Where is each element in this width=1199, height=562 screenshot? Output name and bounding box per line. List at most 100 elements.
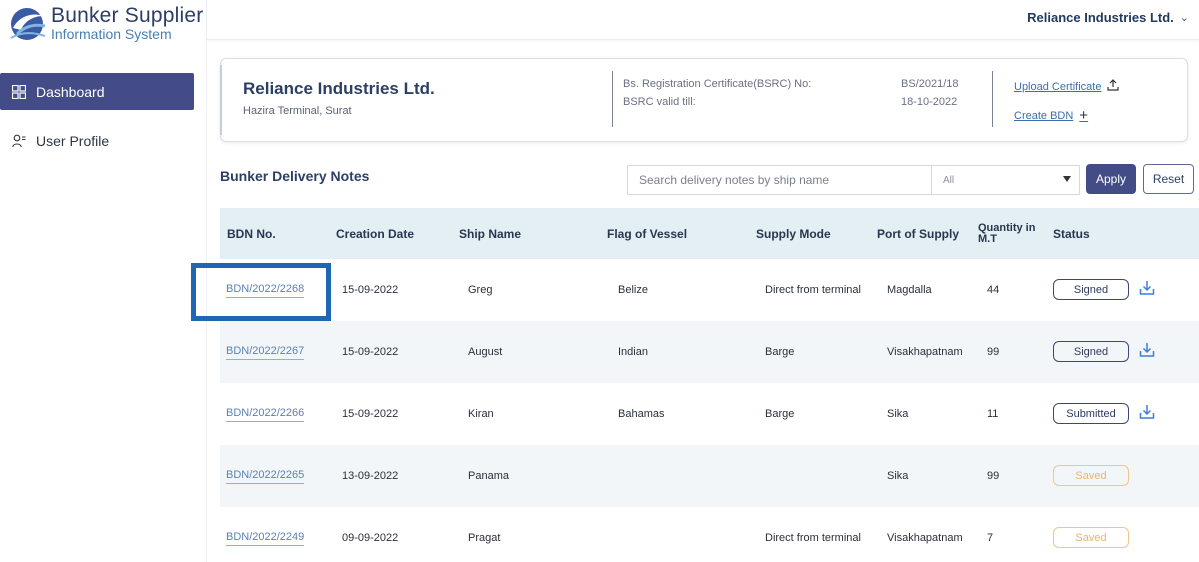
status-filter-select[interactable]: All — [931, 165, 1080, 195]
upload-icon — [1107, 79, 1120, 94]
status-filter-value: All — [943, 174, 955, 186]
sidebar-item-user-profile[interactable]: User Profile — [0, 122, 194, 159]
column-header-bdn-no: BDN No. — [227, 226, 276, 241]
supply-mode-cell: Direct from terminal — [765, 532, 861, 544]
ship-name-cell: Kiran — [468, 408, 494, 420]
download-icon[interactable] — [1138, 403, 1156, 421]
port-cell: Visakhapatnam — [887, 346, 963, 358]
table-row: BDN/2022/2268 15-09-2022 Greg Belize Direct … — [220, 259, 1199, 321]
plus-icon: + — [1079, 107, 1089, 124]
supply-mode-cell: Barge — [765, 408, 795, 420]
column-header-supply-mode: Supply Mode — [756, 226, 831, 241]
download-icon[interactable] — [1138, 341, 1156, 359]
sidebar-item-dashboard[interactable]: Dashboard — [0, 73, 194, 110]
bdn-number-link[interactable]: BDN/2022/2249 — [226, 531, 305, 546]
apply-button[interactable]: Apply — [1086, 164, 1136, 194]
dropdown-caret-icon — [1063, 176, 1071, 182]
status-badge: Submitted — [1053, 403, 1129, 424]
flag-cell: Belize — [618, 284, 648, 296]
creation-date-cell: 15-09-2022 — [342, 408, 399, 420]
port-cell: Visakhapatnam — [887, 532, 963, 544]
supply-mode-cell: Direct from terminal — [765, 284, 861, 296]
download-icon[interactable] — [1138, 279, 1156, 297]
search-input[interactable]: Search delivery notes by ship name — [627, 165, 931, 195]
creation-date-cell: 15-09-2022 — [342, 346, 399, 358]
table-header: BDN No. Creation Date Ship Name Flag of … — [220, 208, 1199, 259]
bdn-number-link[interactable]: BDN/2022/2267 — [226, 345, 305, 360]
section-title: Bunker Delivery Notes — [220, 168, 370, 184]
user-profile-icon — [12, 134, 26, 148]
table-row: BDN/2022/2266 15-09-2022 Kiran Bahamas Barge… — [220, 383, 1199, 445]
creation-date-cell: 09-09-2022 — [342, 532, 399, 544]
ship-name-cell: Greg — [468, 284, 493, 296]
upload-certificate-link[interactable]: Upload Certificate — [1014, 79, 1120, 94]
creation-date-cell: 15-09-2022 — [342, 284, 399, 296]
flag-cell: Bahamas — [618, 408, 665, 420]
company-name: Reliance Industries Ltd. — [243, 79, 435, 98]
logo-icon — [10, 8, 46, 40]
port-cell: Sika — [887, 408, 909, 420]
table-row: BDN/2022/2267 15-09-2022 August Indian Barge… — [220, 321, 1199, 383]
status-badge: Signed — [1053, 341, 1129, 362]
bdn-no-cell: BDN/2022/2249 — [226, 507, 305, 562]
create-bdn-link[interactable]: Create BDN + — [1014, 107, 1088, 124]
quantity-cell: 7 — [987, 532, 994, 544]
bdn-table: BDN No. Creation Date Ship Name Flag of … — [220, 208, 1199, 562]
bsrc-valid-label: BSRC valid till: — [623, 96, 696, 108]
app: Bunker Supplier Information System Dashb… — [0, 0, 1199, 562]
reset-button[interactable]: Reset — [1143, 164, 1194, 194]
company-location: Hazira Terminal, Surat — [243, 105, 352, 117]
status-badge: Signed — [1053, 279, 1129, 300]
column-header-creation-date: Creation Date — [336, 226, 415, 241]
quantity-cell: 44 — [987, 284, 1000, 296]
column-header-flag: Flag of Vessel — [607, 226, 688, 241]
creation-date-cell: 13-09-2022 — [342, 470, 399, 482]
bdn-number-link[interactable]: BDN/2022/2268 — [226, 283, 305, 298]
port-cell: Magdalla — [887, 284, 932, 296]
status-badge: Saved — [1053, 527, 1129, 548]
bdn-number-link[interactable]: BDN/2022/2265 — [226, 469, 305, 484]
port-cell: Sika — [887, 470, 909, 482]
supply-mode-cell: Barge — [765, 346, 795, 358]
company-menu[interactable]: Reliance Industries Ltd. ⌄ — [1027, 10, 1189, 25]
column-header-status: Status — [1053, 226, 1090, 241]
company-info-card: Reliance Industries Ltd. Hazira Terminal… — [220, 58, 1188, 142]
company-menu-label: Reliance Industries Ltd. — [1027, 10, 1174, 25]
quantity-cell: 99 — [987, 470, 1000, 482]
quantity-cell: 11 — [987, 408, 999, 420]
sidebar-nav: Dashboard User Profile — [0, 73, 194, 159]
upload-certificate-label: Upload Certificate — [1014, 80, 1102, 93]
bdn-no-cell: BDN/2022/2267 — [226, 321, 305, 383]
bsrc-number-label: Bs. Registration Certificate(BSRC) No: — [623, 78, 812, 90]
column-header-quantity: Quantity in M.T — [978, 221, 1036, 245]
app-logo[interactable]: Bunker Supplier Information System — [7, 4, 203, 42]
table-row: BDN/2022/2249 09-09-2022 Pragat Direct from… — [220, 507, 1199, 562]
logo-title: Bunker Supplier — [51, 4, 204, 27]
table-body: BDN/2022/2268 15-09-2022 Greg Belize Direct … — [220, 259, 1199, 562]
bdn-no-cell: BDN/2022/2268 — [226, 259, 305, 321]
status-badge: Saved — [1053, 465, 1129, 486]
chevron-down-icon: ⌄ — [1179, 12, 1189, 24]
bdn-number-link[interactable]: BDN/2022/2266 — [226, 407, 305, 422]
sidebar-item-label: User Profile — [36, 132, 110, 149]
flag-cell: Indian — [618, 346, 648, 358]
logo-subtitle: Information System — [51, 26, 172, 42]
search-placeholder: Search delivery notes by ship name — [639, 173, 830, 187]
table-row: BDN/2022/2265 13-09-2022 Panama Sika 99 Saved — [220, 445, 1199, 507]
ship-name-cell: August — [468, 346, 503, 358]
bdn-no-cell: BDN/2022/2266 — [226, 383, 305, 445]
sidebar: Bunker Supplier Information System Dashb… — [0, 0, 207, 562]
divider — [992, 71, 993, 127]
ship-name-cell: Pragat — [468, 532, 501, 544]
create-bdn-label: Create BDN — [1014, 109, 1074, 122]
dashboard-grid-icon — [12, 84, 26, 99]
sidebar-item-label: Dashboard — [36, 83, 105, 100]
card-accent — [220, 65, 222, 135]
divider — [612, 71, 613, 127]
ship-name-cell: Panama — [468, 470, 509, 482]
column-header-port: Port of Supply — [877, 226, 959, 241]
top-bar: Reliance Industries Ltd. ⌄ — [207, 0, 1199, 40]
column-header-ship-name: Ship Name — [459, 226, 522, 241]
bsrc-valid-value: 18-10-2022 — [901, 96, 958, 108]
bsrc-number-value: BS/2021/18 — [901, 78, 959, 90]
